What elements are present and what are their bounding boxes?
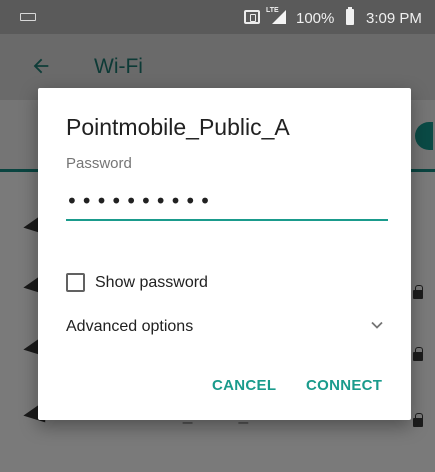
dialog-title: Pointmobile_Public_A [66,114,290,140]
advanced-options-label: Advanced options [66,318,194,335]
clock: 3:09 PM [366,10,422,27]
password-underline [66,219,388,221]
battery-icon [346,7,354,25]
show-password-toggle[interactable]: Show password [66,272,326,294]
chevron-down-icon[interactable] [370,318,384,332]
lock-icon [413,413,423,427]
lock-icon [413,347,423,361]
back-arrow-icon[interactable] [30,55,52,77]
advanced-options-row[interactable]: Advanced options [66,316,388,338]
page-title: Wi-Fi [94,55,143,78]
lock-icon [413,285,423,299]
cancel-button[interactable]: CANCEL [212,377,276,394]
battery-percent: 100% [296,10,335,27]
status-bar: LTE 100% 3:09 PM [0,0,435,34]
show-password-label: Show password [95,274,208,291]
password-label: Password [66,155,132,172]
signal-icon [272,10,286,24]
wifi-connect-dialog: Pointmobile_Public_A Password ••••••••••… [38,88,411,420]
keyboard-icon [20,13,36,21]
connect-button[interactable]: CONNECT [306,377,382,394]
wifi-toggle [415,122,433,150]
password-input[interactable]: •••••••••• [66,191,214,211]
nfc-icon [244,10,260,24]
show-password-checkbox[interactable] [66,273,85,292]
